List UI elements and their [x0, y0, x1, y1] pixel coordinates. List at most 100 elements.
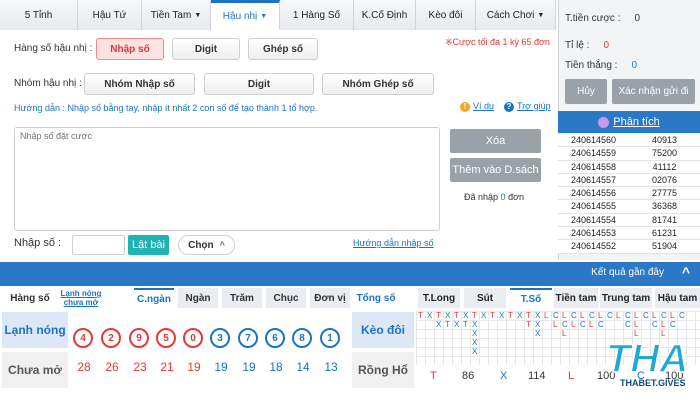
tab-8[interactable]: Cách Chơi ▼: [476, 0, 556, 30]
tab-lanh-nong[interactable]: Lạnh nóng chưa mở: [56, 288, 106, 308]
tab-tram[interactable]: Trăm: [222, 288, 262, 308]
entered-count: Đã nhập 0 đơn: [464, 192, 524, 202]
choose-dropdown[interactable]: Chọn ^: [178, 235, 235, 255]
trend-mark: X: [517, 311, 523, 320]
result-period: 240614559: [570, 148, 617, 159]
example-link[interactable]: ! Ví dụ: [460, 101, 494, 112]
unopened-count: 26: [105, 360, 119, 374]
result-period: 240614556: [570, 188, 617, 199]
keo-doi-label: Kèo đôi: [352, 312, 414, 348]
help-link[interactable]: ? Trợ giúp: [504, 101, 551, 112]
tab-t-so[interactable]: T.Số: [510, 288, 552, 308]
flip-button[interactable]: Lật bài: [128, 235, 169, 255]
tab-3[interactable]: Tiền Tam ▼: [142, 0, 211, 30]
result-period: 240614560: [570, 135, 617, 145]
tab-6[interactable]: K.Cố Định: [354, 0, 416, 30]
tab-label: 1 Hàng Số: [292, 9, 341, 21]
trend-mark: X: [454, 320, 460, 329]
tab-tong-so[interactable]: Tổng số: [352, 288, 400, 308]
ghep-so-button[interactable]: Ghép số: [248, 38, 318, 60]
result-period: 240614558: [570, 161, 617, 172]
hot-cold-digit: 8: [292, 328, 312, 348]
bet-numbers-input[interactable]: [14, 127, 440, 231]
digit-button[interactable]: Digit: [172, 38, 240, 60]
caret-down-icon: ▼: [194, 11, 202, 19]
analysis-bar[interactable]: Phân tích: [558, 111, 700, 133]
tab-c-ngan[interactable]: C.ngàn: [134, 288, 174, 308]
tab-4[interactable]: Hậu nhị ▼: [211, 0, 280, 30]
trend-mark: T: [445, 320, 450, 329]
hot-cold-digit: 0: [183, 328, 203, 348]
trend-mark: L: [652, 311, 657, 320]
tab-hau-tam[interactable]: Hậu tam: [655, 288, 700, 308]
tab-5[interactable]: 1 Hàng Số: [280, 0, 354, 30]
caret-down-icon: ▼: [260, 12, 268, 20]
trend-mark: L: [562, 311, 567, 320]
bet-total-row: T.tiền cược : 0: [565, 13, 640, 24]
tab-sut[interactable]: Sút: [464, 288, 506, 308]
tab-2[interactable]: Hậu Tứ: [78, 0, 142, 30]
cancel-button[interactable]: Hủy: [565, 79, 607, 104]
chevron-up-icon: ^: [219, 240, 225, 250]
tab-label: Cách Chơi: [486, 9, 535, 21]
nhom-ghep-so-button[interactable]: Nhóm Ghép số: [322, 73, 434, 95]
info-icon: !: [460, 101, 470, 112]
hot-cold-digit: 3: [210, 328, 230, 348]
delete-button[interactable]: Xóa: [450, 129, 541, 153]
entered-unit: đơn: [508, 192, 524, 202]
result-row: 240614556 27775: [558, 187, 700, 201]
trend-mark: C: [625, 311, 631, 320]
hot-cold-digit: 5: [156, 328, 176, 348]
bet-total-value: 0: [634, 13, 641, 24]
win-label: Tiền thắng :: [565, 60, 618, 71]
tab-don-vi[interactable]: Đơn vị: [310, 288, 350, 308]
trend-mark: T: [526, 320, 531, 329]
unopened-label: Chưa mở: [2, 352, 68, 388]
rong-ho-label: Rồng Hổ: [352, 352, 414, 388]
analysis-link: Phân tích: [613, 116, 660, 128]
tab-tien-tam[interactable]: Tiền tam: [554, 288, 598, 308]
trend-mark: X: [535, 329, 541, 338]
result-row: 240614558 41112: [558, 160, 700, 174]
summary-key: X: [500, 370, 508, 382]
trend-mark: X: [535, 311, 541, 320]
tab-t-long[interactable]: T.Long: [418, 288, 460, 308]
summary-value: 114: [528, 370, 546, 382]
trend-mark: L: [553, 320, 558, 329]
bet-total-label: T.tiền cược :: [565, 13, 621, 24]
hot-cold-digit: 1: [320, 328, 340, 348]
chevron-up-icon[interactable]: ^: [682, 264, 690, 280]
hot-cold-label: Lạnh nóng: [2, 312, 68, 348]
nhom-nhap-so-button[interactable]: Nhóm Nhập số: [84, 73, 195, 95]
recent-results-bar[interactable]: Kết quả gần đây ^: [0, 262, 700, 286]
tab-chuc[interactable]: Chục: [266, 288, 306, 308]
number-input[interactable]: [72, 235, 125, 255]
row2-label: Nhóm hậu nhị :: [14, 78, 82, 89]
tab-1[interactable]: 5 Tỉnh: [0, 0, 78, 30]
add-to-list-button[interactable]: Thêm vào D.sách: [450, 158, 541, 182]
result-period: 240614557: [570, 174, 617, 185]
summary-key: T: [430, 370, 437, 382]
analysis-icon: [598, 116, 610, 128]
result-row: 240614555 36368: [558, 200, 700, 214]
unopened-count: 23: [133, 360, 147, 374]
trend-mark: T: [454, 311, 459, 320]
tab-trung-tam[interactable]: Trung tam: [600, 288, 652, 308]
trend-mark: L: [616, 311, 621, 320]
nhap-so-button[interactable]: Nhập số: [96, 38, 164, 60]
result-row: 240614552 51904: [558, 240, 700, 254]
max-bet-note: ※Cược tối đa 1 kỳ 65 đơn: [445, 37, 550, 47]
tab-ngan[interactable]: Ngàn: [178, 288, 218, 308]
trend-mark: L: [544, 311, 549, 320]
trend-mark: T: [418, 311, 423, 320]
trend-mark: C: [553, 311, 559, 320]
example-label: Ví dụ: [473, 101, 495, 111]
tab-hang-so[interactable]: Hàng số: [6, 288, 54, 308]
confirm-send-button[interactable]: Xác nhận gửi đi: [612, 79, 695, 104]
input-guide-link[interactable]: Hướng dẫn nhập số: [353, 238, 433, 248]
tab-7[interactable]: Kèo đôi: [416, 0, 476, 30]
result-row: 240614559 75200: [558, 147, 700, 161]
result-row: 240614553 61231: [558, 227, 700, 241]
tab-label: Hậu Tứ: [92, 9, 127, 21]
nhom-digit-button[interactable]: Digit: [204, 73, 314, 95]
